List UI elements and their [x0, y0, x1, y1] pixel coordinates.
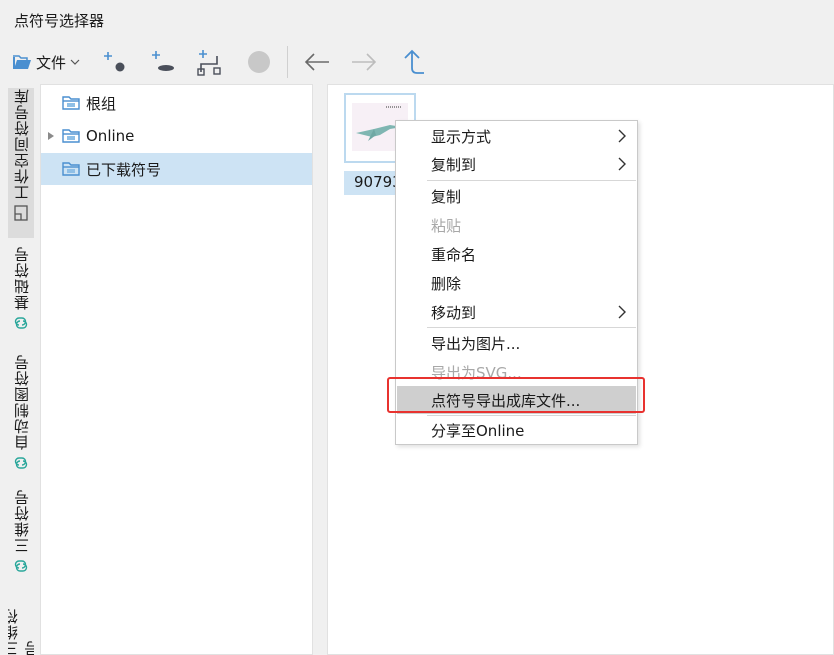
tab-label: 工作空间符号库: [12, 88, 31, 200]
menu-item-label: 导出为图片...: [431, 334, 521, 353]
menu-item-export-library[interactable]: 点符号导出成库文件...: [397, 386, 636, 414]
menu-item-export-svg[interactable]: 导出为SVG...: [397, 358, 636, 386]
up-button[interactable]: [396, 46, 428, 78]
menu-item-copy-to[interactable]: 复制到: [397, 150, 636, 178]
tree-item-label: 根组: [86, 94, 117, 113]
link-icon: [14, 317, 28, 329]
side-tabs: 工作空间符号库 基础符号 自动制图符号 三维符号 三维符号: [0, 84, 40, 655]
arrow-up-icon: [404, 49, 424, 74]
file-menu-label: 文件: [36, 53, 67, 72]
toolbar-separator: [287, 46, 288, 78]
record-button[interactable]: [243, 46, 275, 78]
menu-item-label: 删除: [431, 274, 462, 293]
forward-button[interactable]: [348, 46, 380, 78]
menu-item-label: 显示方式: [431, 127, 492, 146]
tab-3d-symbols[interactable]: 三维符号: [8, 489, 34, 584]
add-path-symbol-button[interactable]: [193, 46, 225, 78]
tree-item-label: 已下载符号: [86, 160, 162, 179]
menu-item-label: 复制到: [431, 155, 477, 174]
document-icon: [14, 205, 28, 221]
tab-basic-symbols[interactable]: 基础符号: [8, 246, 34, 341]
menu-item-label: 点符号导出成库文件...: [431, 391, 581, 410]
menu-item-label: 导出为SVG...: [431, 363, 522, 382]
add-line-symbol-button[interactable]: [146, 46, 178, 78]
add-point-symbol-button[interactable]: [100, 46, 132, 78]
menu-item-label: 移动到: [431, 303, 477, 322]
chevron-down-icon: [70, 59, 80, 65]
menu-item-label: 分享至Online: [431, 421, 525, 440]
context-menu: 显示方式 复制到 复制 粘贴 重命名 删除 移动到 导出为图片... 导出为SV…: [395, 120, 638, 445]
expand-arrow-icon[interactable]: [47, 131, 55, 141]
toolbar: 文件: [0, 40, 834, 84]
chevron-right-icon: [618, 129, 626, 143]
folder-icon: [62, 129, 80, 143]
folder-icon: [62, 162, 80, 176]
tab-workspace-library[interactable]: 工作空间符号库: [8, 88, 34, 238]
window-title: 点符号选择器: [14, 12, 105, 30]
record-dot-icon: [248, 51, 270, 73]
menu-item-label: 复制: [431, 187, 462, 206]
chevron-right-icon: [618, 305, 626, 319]
menu-item-export-image[interactable]: 导出为图片...: [397, 329, 636, 357]
symbol-group-tree: 根组 Online 已下载符号: [40, 84, 313, 655]
menu-separator: [427, 327, 636, 328]
menu-item-copy[interactable]: 复制: [397, 182, 636, 210]
link-icon: [14, 457, 28, 469]
menu-item-share-online[interactable]: 分享至Online: [397, 416, 636, 444]
tab-label: 三维符号: [8, 608, 34, 655]
menu-item-label: 粘贴: [431, 216, 462, 235]
tree-item-online[interactable]: Online: [41, 120, 312, 152]
plus-line-icon: [152, 51, 174, 71]
arrow-left-icon: [304, 53, 329, 71]
menu-item-rename[interactable]: 重命名: [397, 240, 636, 268]
menu-item-paste[interactable]: 粘贴: [397, 211, 636, 239]
chevron-right-icon: [618, 157, 626, 171]
menu-separator: [427, 180, 636, 181]
tree-item-root[interactable]: 根组: [41, 87, 312, 119]
file-menu-button[interactable]: 文件: [12, 50, 80, 74]
tab-auto-mapping-symbols[interactable]: 自动制图符号: [8, 354, 34, 474]
folder-open-icon: [13, 54, 31, 69]
menu-item-label: 重命名: [431, 245, 477, 264]
tab-3d-symbols-2[interactable]: 三维符号: [8, 596, 34, 655]
plus-dot-icon: [104, 52, 125, 72]
link-icon: [14, 560, 28, 572]
folder-icon: [62, 96, 80, 110]
arrow-right-icon: [352, 53, 377, 71]
menu-item-move-to[interactable]: 移动到: [397, 298, 636, 326]
menu-item-display-mode[interactable]: 显示方式: [397, 122, 636, 150]
menu-item-delete[interactable]: 删除: [397, 269, 636, 297]
tab-label: 基础符号: [12, 246, 31, 310]
plus-path-icon: [197, 50, 221, 76]
tree-item-downloaded[interactable]: 已下载符号: [41, 153, 312, 185]
tab-label: 自动制图符号: [12, 354, 31, 450]
tree-item-label: Online: [86, 127, 135, 145]
back-button[interactable]: [301, 46, 333, 78]
tab-label: 三维符号: [12, 489, 31, 553]
